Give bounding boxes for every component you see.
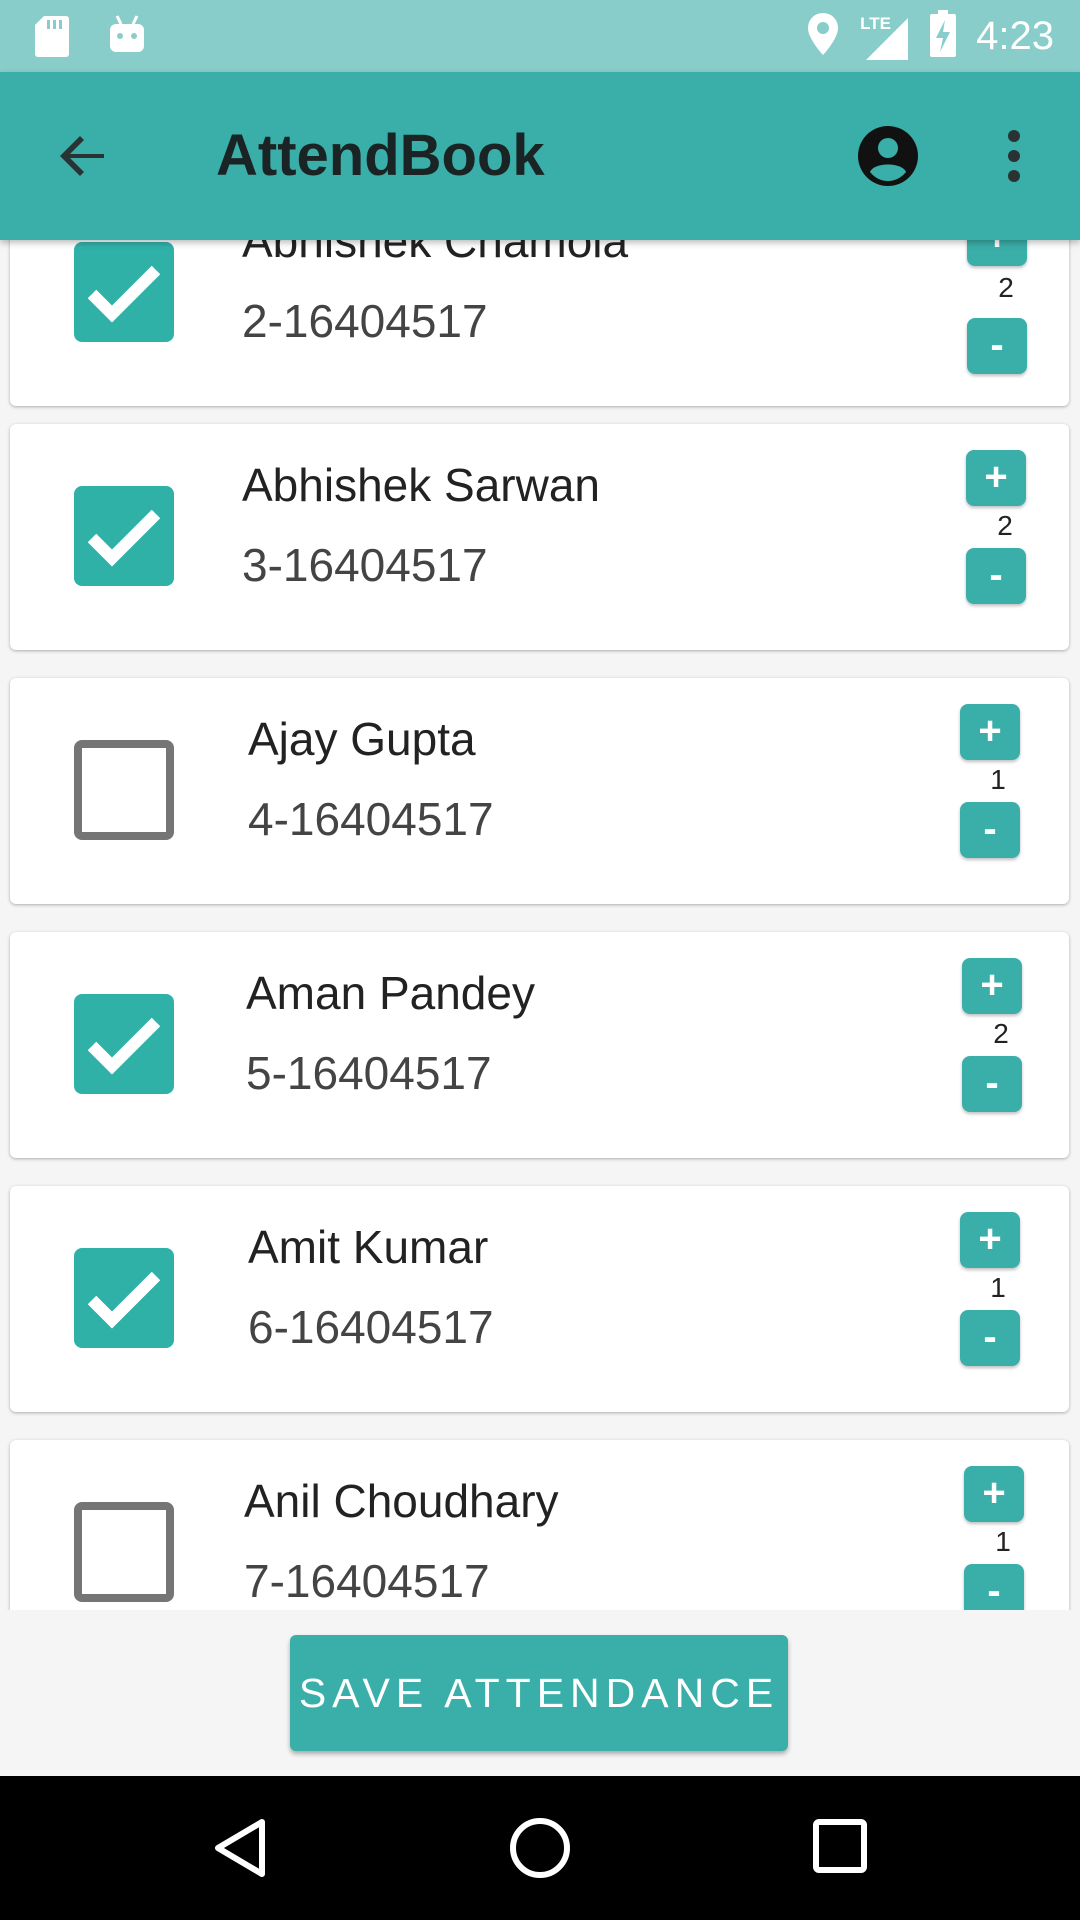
- student-name: Ajay Gupta: [248, 713, 476, 765]
- decrement-button[interactable]: -: [960, 1310, 1020, 1366]
- increment-button[interactable]: +: [967, 240, 1027, 266]
- attendance-count: 2: [993, 1018, 1009, 1049]
- student-card: Amit Kumar 6-16404517 + 1 -: [10, 1186, 1069, 1412]
- attendance-count: 1: [995, 1526, 1011, 1557]
- student-card: Aman Pandey 5-16404517 + 2 -: [10, 932, 1069, 1158]
- signal-icon: LTE: [858, 12, 910, 62]
- check-icon: [87, 265, 161, 323]
- system-nav-bar: [0, 1776, 1080, 1920]
- student-roll: 4-16404517: [248, 793, 494, 845]
- student-name: Aman Pandey: [246, 967, 535, 1019]
- attendance-checkbox[interactable]: [74, 740, 174, 840]
- clock: 4:23: [976, 14, 1054, 58]
- back-arrow-icon[interactable]: [52, 124, 116, 188]
- decrement-button[interactable]: -: [960, 802, 1020, 858]
- account-icon[interactable]: [856, 124, 920, 188]
- student-card: Ajay Gupta 4-16404517 + 1 -: [10, 678, 1069, 904]
- decrement-button[interactable]: -: [964, 1564, 1024, 1610]
- student-card: Abhishek Sarwan 3-16404517 + 2 -: [10, 424, 1069, 650]
- app-title: AttendBook: [216, 123, 545, 188]
- decrement-button[interactable]: -: [967, 318, 1027, 374]
- app-bar: AttendBook: [0, 72, 1080, 240]
- student-name: Abhishek Chamola: [242, 240, 629, 267]
- battery-charging-icon: [928, 10, 958, 63]
- check-icon: [87, 1017, 161, 1075]
- student-list[interactable]: Abhishek Chamola 2-16404517 + 2 - Abhish…: [0, 240, 1080, 1610]
- attendance-checkbox[interactable]: [74, 486, 174, 586]
- attendance-checkbox[interactable]: [74, 1502, 174, 1602]
- student-name: Amit Kumar: [248, 1221, 489, 1273]
- increment-button[interactable]: +: [966, 450, 1026, 506]
- attendance-count: 1: [990, 1272, 1006, 1303]
- attendance-checkbox[interactable]: [74, 994, 174, 1094]
- decrement-button[interactable]: -: [966, 548, 1026, 604]
- student-roll: 2-16404517: [242, 295, 488, 347]
- student-name: Abhishek Sarwan: [242, 459, 600, 511]
- android-icon: [108, 14, 146, 63]
- increment-button[interactable]: +: [964, 1466, 1024, 1522]
- nav-back-icon[interactable]: [210, 1816, 270, 1885]
- nav-recents-icon[interactable]: [812, 1818, 870, 1881]
- check-icon: [87, 1271, 161, 1329]
- bottom-action-bar: SAVE ATTENDANCE: [0, 1610, 1080, 1776]
- status-bar: LTE 4:23: [0, 0, 1080, 72]
- attendance-count: 1: [990, 764, 1006, 795]
- attendance-checkbox[interactable]: [74, 1248, 174, 1348]
- decrement-button[interactable]: -: [962, 1056, 1022, 1112]
- attendance-checkbox[interactable]: [74, 242, 174, 342]
- student-card: Abhishek Chamola 2-16404517 + 2 -: [10, 240, 1069, 406]
- student-name: Anil Choudhary: [244, 1475, 559, 1527]
- student-roll: 7-16404517: [244, 1555, 490, 1607]
- increment-button[interactable]: +: [960, 1212, 1020, 1268]
- check-icon: [87, 509, 161, 567]
- attendance-count: 2: [997, 510, 1013, 541]
- student-roll: 3-16404517: [242, 539, 488, 591]
- student-card: Anil Choudhary 7-16404517 + 1 -: [10, 1440, 1069, 1610]
- student-roll: 5-16404517: [246, 1047, 492, 1099]
- sd-card-icon: [34, 14, 70, 63]
- nav-home-icon[interactable]: [508, 1816, 572, 1885]
- attendance-count: 2: [998, 272, 1014, 303]
- save-attendance-button[interactable]: SAVE ATTENDANCE: [290, 1635, 788, 1751]
- student-roll: 6-16404517: [248, 1301, 494, 1353]
- increment-button[interactable]: +: [962, 958, 1022, 1014]
- location-icon: [806, 11, 840, 62]
- increment-button[interactable]: +: [960, 704, 1020, 760]
- more-vert-icon[interactable]: [996, 124, 1032, 188]
